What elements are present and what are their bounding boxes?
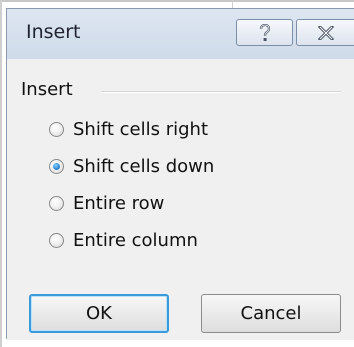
group-label: Insert [21,79,73,100]
dialog-body: Insert Shift cells right Shift cells dow… [7,59,354,340]
option-label: Shift cells down [73,155,215,177]
ok-button[interactable]: OK [29,294,169,333]
radio-button-selected[interactable] [49,158,64,174]
cancel-button[interactable]: Cancel [201,294,341,333]
radio-button[interactable] [49,232,64,248]
background-grid-line [0,0,354,2]
close-icon [318,25,334,40]
option-entire-row[interactable]: Entire row [49,190,164,216]
question-mark-icon [259,23,270,41]
group-divider [101,91,341,93]
option-label: Shift cells right [73,118,208,140]
help-button[interactable] [236,19,293,46]
title-bar[interactable]: Insert [7,9,354,59]
option-label: Entire column [73,229,198,251]
option-shift-cells-right[interactable]: Shift cells right [49,116,208,142]
radio-button[interactable] [49,121,64,137]
radio-button[interactable] [49,195,64,211]
option-entire-column[interactable]: Entire column [49,227,198,253]
insert-dialog: Insert Insert Shift cells right Shift ce… [6,8,354,340]
option-label: Entire row [73,192,165,214]
background-grid-line [0,0,2,347]
option-shift-cells-down[interactable]: Shift cells down [49,153,214,179]
dialog-title: Insert [26,21,81,43]
close-button[interactable] [296,19,354,46]
